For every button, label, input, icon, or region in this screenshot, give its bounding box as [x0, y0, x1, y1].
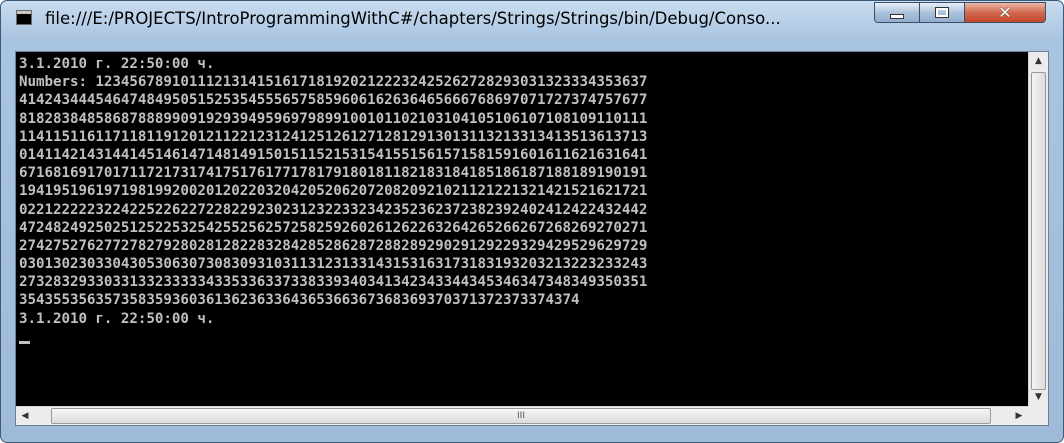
- minimize-button[interactable]: [874, 2, 919, 23]
- close-button[interactable]: ✕: [964, 2, 1046, 23]
- console-cursor-line: [19, 328, 1028, 346]
- console-app-icon[interactable]: [16, 10, 32, 25]
- resize-corner[interactable]: [1028, 406, 1048, 425]
- console-line: 1941951961971981992002012022032042052062…: [19, 183, 648, 200]
- scroll-left-arrow-icon[interactable]: ◀: [16, 407, 34, 425]
- scroll-up-arrow-icon[interactable]: ▲: [1029, 52, 1048, 70]
- console-line: 2742752762772782792802812822832842852862…: [19, 237, 648, 254]
- console-line: 6716816917017117217317417517617717817918…: [19, 165, 648, 182]
- title-bar[interactable]: file:///E:/PROJECTS/IntroProgrammingWith…: [1, 1, 1063, 37]
- maximize-icon: [935, 7, 949, 18]
- text-cursor: [19, 340, 30, 344]
- console-line: 0141142143144145146147148149150151152153…: [19, 146, 648, 163]
- console-line: 0221222223224225226227228229230231232233…: [19, 201, 648, 218]
- console-frame: 3.1.2010 г. 22:50:00 ч. Numbers: 12345678…: [15, 51, 1049, 426]
- console-line: 3.1.2010 г. 22:50:00 ч.: [19, 310, 215, 327]
- scroll-right-arrow-icon[interactable]: ▶: [1010, 407, 1028, 425]
- maximize-button[interactable]: [919, 2, 964, 23]
- console-line: 1141151161171181191201211221231241251261…: [19, 128, 648, 145]
- console-line: 4724824925025125225325425525625725825926…: [19, 219, 648, 236]
- close-icon: ✕: [998, 3, 1012, 22]
- horizontal-scroll-thumb[interactable]: III: [51, 408, 991, 424]
- console-line: Numbers: 1234567891011121314151617181920…: [19, 74, 648, 91]
- vertical-scrollbar[interactable]: ▲ ▼: [1028, 52, 1048, 406]
- caption-buttons: ✕: [874, 2, 1046, 24]
- console-window: file:///E:/PROJECTS/IntroProgrammingWith…: [0, 0, 1064, 443]
- console-line: 3.1.2010 г. 22:50:00 ч.: [19, 56, 215, 72]
- console-line: 4142434445464748495051525354555657585960…: [19, 92, 648, 109]
- console-line: 2732832933033133233333433533633733833934…: [19, 274, 648, 291]
- scroll-down-arrow-icon[interactable]: ▼: [1029, 388, 1048, 406]
- console-line: 3543553563573583593603613623633643653663…: [19, 292, 580, 309]
- minimize-icon: [890, 14, 904, 19]
- window-title: file:///E:/PROJECTS/IntroProgrammingWith…: [45, 9, 781, 28]
- horizontal-scrollbar[interactable]: ◀ III ▶: [16, 406, 1028, 425]
- console-line: 0301302303304305306307308309310311312313…: [19, 256, 648, 273]
- console-line: 8182838485868788899091929394959697989910…: [19, 110, 648, 127]
- console-output[interactable]: 3.1.2010 г. 22:50:00 ч. Numbers: 12345678…: [16, 52, 1028, 406]
- scroll-thumb-grip: III: [517, 411, 525, 421]
- vertical-scroll-thumb[interactable]: [1031, 72, 1046, 390]
